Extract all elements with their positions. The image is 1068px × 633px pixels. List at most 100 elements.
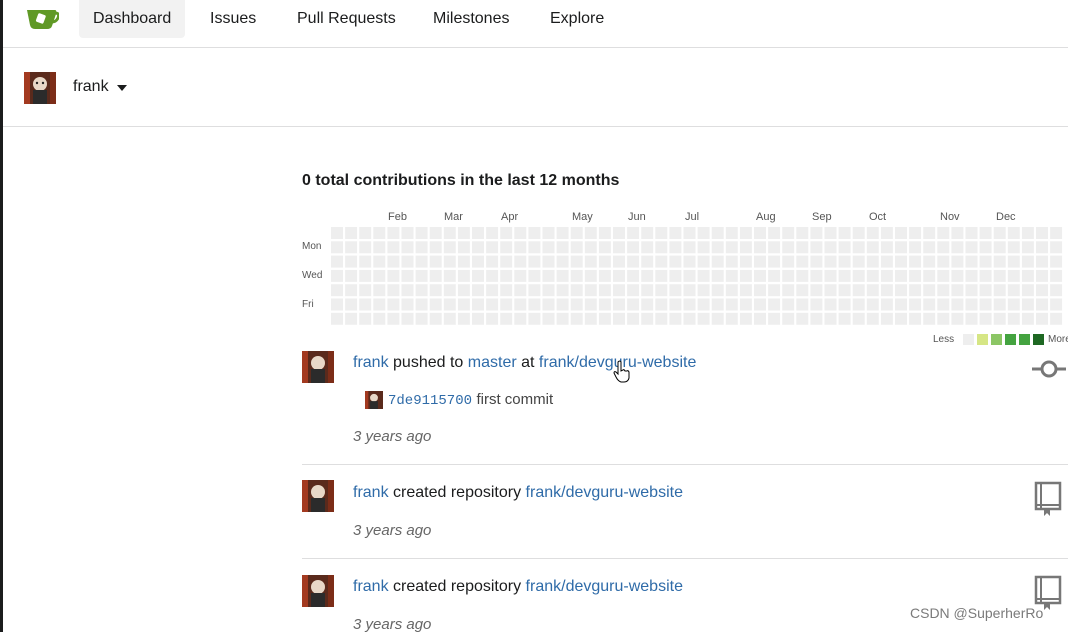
heatmap-day-cell[interactable] [937, 298, 950, 311]
heatmap-day-cell[interactable] [570, 227, 583, 239]
heatmap-day-cell[interactable] [852, 241, 865, 254]
heatmap-day-cell[interactable] [824, 227, 837, 239]
heatmap-day-cell[interactable] [697, 227, 710, 239]
heatmap-day-cell[interactable] [387, 269, 400, 282]
heatmap-day-cell[interactable] [1036, 255, 1048, 268]
heatmap-day-cell[interactable] [641, 298, 654, 311]
heatmap-day-cell[interactable] [768, 227, 781, 239]
heatmap-day-cell[interactable] [613, 284, 625, 297]
heatmap-day-cell[interactable] [852, 312, 865, 325]
heatmap-day-cell[interactable] [880, 241, 893, 254]
heatmap-day-cell[interactable] [359, 255, 372, 268]
heatmap-day-cell[interactable] [824, 298, 837, 311]
heatmap-day-cell[interactable] [556, 241, 569, 254]
heatmap-day-cell[interactable] [1050, 298, 1063, 311]
heatmap-day-cell[interactable] [683, 298, 696, 311]
heatmap-day-cell[interactable] [683, 227, 696, 239]
heatmap-day-cell[interactable] [782, 227, 795, 239]
heatmap-day-cell[interactable] [993, 227, 1006, 239]
heatmap-day-cell[interactable] [796, 269, 809, 282]
heatmap-day-cell[interactable] [443, 298, 456, 311]
heatmap-day-cell[interactable] [331, 298, 343, 311]
heatmap-day-cell[interactable] [556, 312, 569, 325]
heatmap-day-cell[interactable] [909, 227, 922, 239]
heatmap-day-cell[interactable] [1007, 255, 1020, 268]
heatmap-day-cell[interactable] [1007, 227, 1020, 239]
heatmap-day-cell[interactable] [359, 312, 372, 325]
heatmap-day-cell[interactable] [697, 241, 710, 254]
heatmap-day-cell[interactable] [613, 269, 625, 282]
feed-avatar[interactable] [302, 351, 334, 383]
heatmap-day-cell[interactable] [909, 312, 922, 325]
heatmap-day-cell[interactable] [739, 298, 752, 311]
heatmap-day-cell[interactable] [570, 298, 583, 311]
heatmap-day-cell[interactable] [993, 241, 1006, 254]
heatmap-day-cell[interactable] [838, 241, 851, 254]
heatmap-day-cell[interactable] [373, 298, 386, 311]
heatmap-day-cell[interactable] [1007, 269, 1020, 282]
heatmap-day-cell[interactable] [796, 255, 809, 268]
feed-user-link[interactable]: frank [353, 578, 389, 595]
heatmap-day-cell[interactable] [373, 241, 386, 254]
heatmap-day-cell[interactable] [641, 269, 654, 282]
heatmap-day-cell[interactable] [457, 284, 470, 297]
heatmap-day-cell[interactable] [739, 284, 752, 297]
heatmap-day-cell[interactable] [373, 255, 386, 268]
heatmap-day-cell[interactable] [387, 227, 400, 239]
heatmap-day-cell[interactable] [866, 298, 879, 311]
heatmap-day-cell[interactable] [542, 241, 555, 254]
heatmap-day-cell[interactable] [598, 227, 611, 239]
heatmap-day-cell[interactable] [1050, 227, 1063, 239]
heatmap-day-cell[interactable] [387, 241, 400, 254]
heatmap-day-cell[interactable] [655, 284, 668, 297]
heatmap-day-cell[interactable] [598, 298, 611, 311]
heatmap-day-cell[interactable] [1021, 227, 1034, 239]
heatmap-day-cell[interactable] [979, 312, 992, 325]
heatmap-day-cell[interactable] [669, 269, 682, 282]
heatmap-day-cell[interactable] [331, 255, 343, 268]
heatmap-day-cell[interactable] [345, 269, 358, 282]
heatmap-day-cell[interactable] [796, 312, 809, 325]
heatmap-day-cell[interactable] [1007, 312, 1020, 325]
heatmap-day-cell[interactable] [768, 284, 781, 297]
heatmap-day-cell[interactable] [1021, 269, 1034, 282]
heatmap-day-cell[interactable] [556, 298, 569, 311]
heatmap-day-cell[interactable] [993, 312, 1006, 325]
heatmap-day-cell[interactable] [641, 312, 654, 325]
heatmap-day-cell[interactable] [697, 284, 710, 297]
heatmap-day-cell[interactable] [345, 312, 358, 325]
heatmap-day-cell[interactable] [979, 255, 992, 268]
heatmap-day-cell[interactable] [1050, 241, 1063, 254]
heatmap-day-cell[interactable] [824, 255, 837, 268]
heatmap-day-cell[interactable] [838, 312, 851, 325]
heatmap-day-cell[interactable] [331, 284, 343, 297]
feed-user-link[interactable]: frank [353, 484, 389, 501]
heatmap-day-cell[interactable] [697, 269, 710, 282]
heatmap-day-cell[interactable] [359, 284, 372, 297]
heatmap-day-cell[interactable] [754, 298, 766, 311]
heatmap-day-cell[interactable] [613, 312, 625, 325]
heatmap-day-cell[interactable] [923, 241, 936, 254]
heatmap-day-cell[interactable] [782, 255, 795, 268]
heatmap-day-cell[interactable] [838, 284, 851, 297]
heatmap-day-cell[interactable] [895, 227, 907, 239]
heatmap-day-cell[interactable] [584, 284, 597, 297]
heatmap-day-cell[interactable] [937, 312, 950, 325]
heatmap-day-cell[interactable] [486, 255, 499, 268]
heatmap-day-cell[interactable] [909, 269, 922, 282]
heatmap-day-cell[interactable] [838, 269, 851, 282]
heatmap-day-cell[interactable] [1021, 255, 1034, 268]
heatmap-day-cell[interactable] [895, 269, 907, 282]
heatmap-day-cell[interactable] [556, 227, 569, 239]
heatmap-day-cell[interactable] [895, 284, 907, 297]
heatmap-day-cell[interactable] [373, 269, 386, 282]
heatmap-day-cell[interactable] [514, 284, 527, 297]
heatmap-day-cell[interactable] [669, 284, 682, 297]
heatmap-day-cell[interactable] [838, 298, 851, 311]
heatmap-day-cell[interactable] [810, 255, 823, 268]
heatmap-day-cell[interactable] [1036, 284, 1048, 297]
heatmap-day-cell[interactable] [387, 255, 400, 268]
heatmap-day-cell[interactable] [570, 255, 583, 268]
heatmap-day-cell[interactable] [542, 255, 555, 268]
heatmap-day-cell[interactable] [754, 227, 766, 239]
